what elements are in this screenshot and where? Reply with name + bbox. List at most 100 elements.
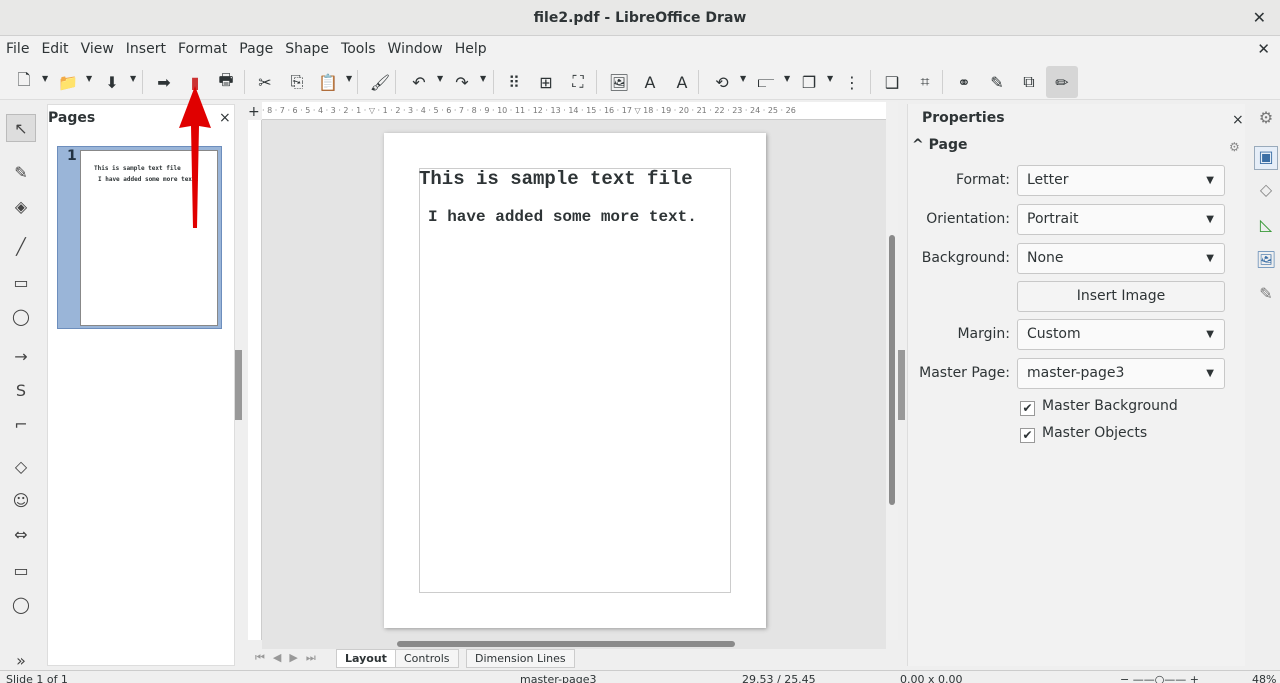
tab-controls[interactable]: Controls bbox=[395, 649, 459, 668]
arrow-line-icon[interactable]: → bbox=[6, 342, 36, 370]
text-box-icon[interactable]: A bbox=[638, 70, 662, 94]
tab-layout[interactable]: Layout bbox=[336, 649, 396, 668]
align-icon[interactable]: ⫍ bbox=[754, 70, 778, 94]
helplines-icon[interactable]: ⊞ bbox=[534, 70, 558, 94]
zoom-pan-icon[interactable]: ⛶ bbox=[566, 70, 590, 94]
properties-close-button[interactable]: × bbox=[1232, 112, 1244, 128]
pages-panel-title: Pages bbox=[48, 110, 96, 126]
undo-icon[interactable]: ↶ bbox=[407, 70, 431, 94]
grid-icon[interactable]: ⠿ bbox=[502, 70, 526, 94]
dropdown-arrow-icon[interactable]: ▼ bbox=[740, 74, 746, 83]
format-select[interactable]: Letter ▼ bbox=[1017, 165, 1225, 196]
close-window-button[interactable]: ✕ bbox=[1253, 0, 1266, 36]
image-icon[interactable]: 🖼 bbox=[607, 70, 631, 94]
pages-panel-collapse-handle[interactable] bbox=[235, 350, 242, 420]
settings-icon[interactable]: ⚙ bbox=[1254, 108, 1278, 132]
document-text-line1[interactable]: This is sample text file bbox=[419, 168, 693, 190]
styles-icon[interactable]: ◇ bbox=[1254, 180, 1278, 204]
clone-formatting-icon[interactable]: 🖌 bbox=[368, 70, 392, 94]
menu-format[interactable]: Format bbox=[172, 36, 233, 62]
curve-icon[interactable]: S bbox=[6, 376, 36, 404]
dropdown-arrow-icon[interactable]: ▼ bbox=[130, 74, 136, 83]
margin-select[interactable]: Custom ▼ bbox=[1017, 319, 1225, 350]
print-icon[interactable]: 🖶 bbox=[214, 70, 238, 94]
shadow-icon[interactable]: ❑ bbox=[880, 70, 904, 94]
line-icon[interactable]: ╱ bbox=[6, 232, 36, 260]
toolbar-separator bbox=[493, 70, 494, 94]
menu-view[interactable]: View bbox=[75, 36, 120, 62]
shapes-icon[interactable]: ✎ bbox=[1254, 284, 1278, 308]
select-icon[interactable]: ↖ bbox=[6, 114, 36, 142]
glue-icon[interactable]: ✎ bbox=[985, 70, 1009, 94]
navigator-icon[interactable]: ◺ bbox=[1254, 215, 1278, 239]
dropdown-arrow-icon[interactable]: ▼ bbox=[437, 74, 443, 83]
distribute-icon[interactable]: ⋮ bbox=[840, 70, 864, 94]
title-bar: file2.pdf - LibreOffice Draw bbox=[0, 0, 1280, 36]
background-select[interactable]: None ▼ bbox=[1017, 243, 1225, 274]
horizontal-ruler[interactable]: · 8 · 7 · 6 · 5 · 4 · 3 · 2 · 1 · ▽ · 1 … bbox=[262, 102, 886, 120]
close-document-button[interactable]: ✕ bbox=[1257, 36, 1270, 62]
flowchart-icon[interactable]: ▭ bbox=[6, 556, 36, 584]
document-text-line2[interactable]: I have added some more text. bbox=[428, 208, 697, 226]
new-icon[interactable]: 🗋 bbox=[12, 70, 36, 94]
gallery-icon[interactable]: 🖼 bbox=[1254, 250, 1278, 274]
menu-edit[interactable]: Edit bbox=[35, 36, 74, 62]
arrange-icon[interactable]: ❐ bbox=[797, 70, 821, 94]
tab-navigation-arrows[interactable]: ⏮◀▶⏭ bbox=[255, 651, 324, 665]
text-frame[interactable] bbox=[419, 168, 731, 593]
sidebar-collapse-handle[interactable] bbox=[898, 350, 905, 420]
orientation-select[interactable]: Portrait ▼ bbox=[1017, 204, 1225, 235]
tab-dimension-lines[interactable]: Dimension Lines bbox=[466, 649, 575, 668]
background-value: None bbox=[1027, 250, 1064, 266]
master-objects-checkbox[interactable]: ✔ Master Objects bbox=[1020, 425, 1147, 443]
zoom-slider[interactable]: − ——○—— + bbox=[1120, 673, 1199, 683]
properties-deck-icon[interactable]: ▣ bbox=[1254, 146, 1278, 170]
transformations-icon[interactable]: ⟲ bbox=[710, 70, 734, 94]
menu-window[interactable]: Window bbox=[382, 36, 449, 62]
toggle-edit-icon[interactable]: ✏ bbox=[1046, 66, 1078, 98]
connector-icon[interactable]: ⌐ bbox=[6, 410, 36, 438]
master-page-select[interactable]: master-page3 ▼ bbox=[1017, 358, 1225, 389]
more-options-icon[interactable]: ⚙ bbox=[1229, 140, 1240, 154]
pages-panel-close-button[interactable]: × bbox=[219, 110, 231, 126]
crop-icon[interactable]: ⌗ bbox=[913, 70, 937, 94]
export-icon[interactable]: ➡ bbox=[152, 70, 176, 94]
symbol-shapes-icon[interactable]: ☺ bbox=[6, 486, 36, 514]
vertical-ruler[interactable] bbox=[248, 120, 262, 640]
page-section-header[interactable]: ^ Page bbox=[912, 137, 967, 153]
fontwork-icon[interactable]: A bbox=[670, 70, 694, 94]
master-background-checkbox[interactable]: ✔ Master Background bbox=[1020, 398, 1178, 416]
copy-icon[interactable]: ⎘ bbox=[285, 70, 309, 94]
menu-tools[interactable]: Tools bbox=[335, 36, 382, 62]
menu-page[interactable]: Page bbox=[233, 36, 279, 62]
dropdown-arrow-icon[interactable]: ▼ bbox=[784, 74, 790, 83]
callout-icon[interactable]: ◯ bbox=[6, 590, 36, 618]
dropdown-arrow-icon[interactable]: ▼ bbox=[346, 74, 352, 83]
fill-color-icon[interactable]: ◈ bbox=[6, 192, 36, 220]
horizontal-scrollbar-thumb[interactable] bbox=[397, 641, 735, 647]
vertical-scrollbar-thumb[interactable] bbox=[889, 235, 895, 505]
menu-bar: File Edit View Insert Format Page Shape Tools Wi… bbox=[0, 36, 1280, 62]
block-arrows-icon[interactable]: ⇔ bbox=[6, 520, 36, 548]
points-icon[interactable]: ⚭ bbox=[952, 70, 976, 94]
dropdown-arrow-icon[interactable]: ▼ bbox=[42, 74, 48, 83]
open-icon[interactable]: 📁 bbox=[56, 70, 80, 94]
insert-image-button[interactable]: Insert Image bbox=[1017, 281, 1225, 312]
menu-insert[interactable]: Insert bbox=[120, 36, 172, 62]
ellipse-icon[interactable]: ◯ bbox=[6, 302, 36, 330]
basic-shapes-icon[interactable]: ◇ bbox=[6, 452, 36, 480]
menu-help[interactable]: Help bbox=[449, 36, 493, 62]
dropdown-arrow-icon[interactable]: ▼ bbox=[86, 74, 92, 83]
rectangle-icon[interactable]: ▭ bbox=[6, 268, 36, 296]
dropdown-arrow-icon[interactable]: ▼ bbox=[480, 74, 486, 83]
line-color-icon[interactable]: ✎ bbox=[6, 158, 36, 186]
cut-icon[interactable]: ✂ bbox=[253, 70, 277, 94]
dropdown-arrow-icon[interactable]: ▼ bbox=[827, 74, 833, 83]
menu-shape[interactable]: Shape bbox=[279, 36, 335, 62]
redo-icon[interactable]: ↷ bbox=[450, 70, 474, 94]
extrusion-icon[interactable]: ⧉ bbox=[1017, 70, 1041, 94]
zoom-level[interactable]: 48% bbox=[1252, 673, 1276, 683]
paste-icon[interactable]: 📋 bbox=[316, 70, 340, 94]
menu-file[interactable]: File bbox=[0, 36, 35, 62]
save-icon[interactable]: ⬇ bbox=[100, 70, 124, 94]
